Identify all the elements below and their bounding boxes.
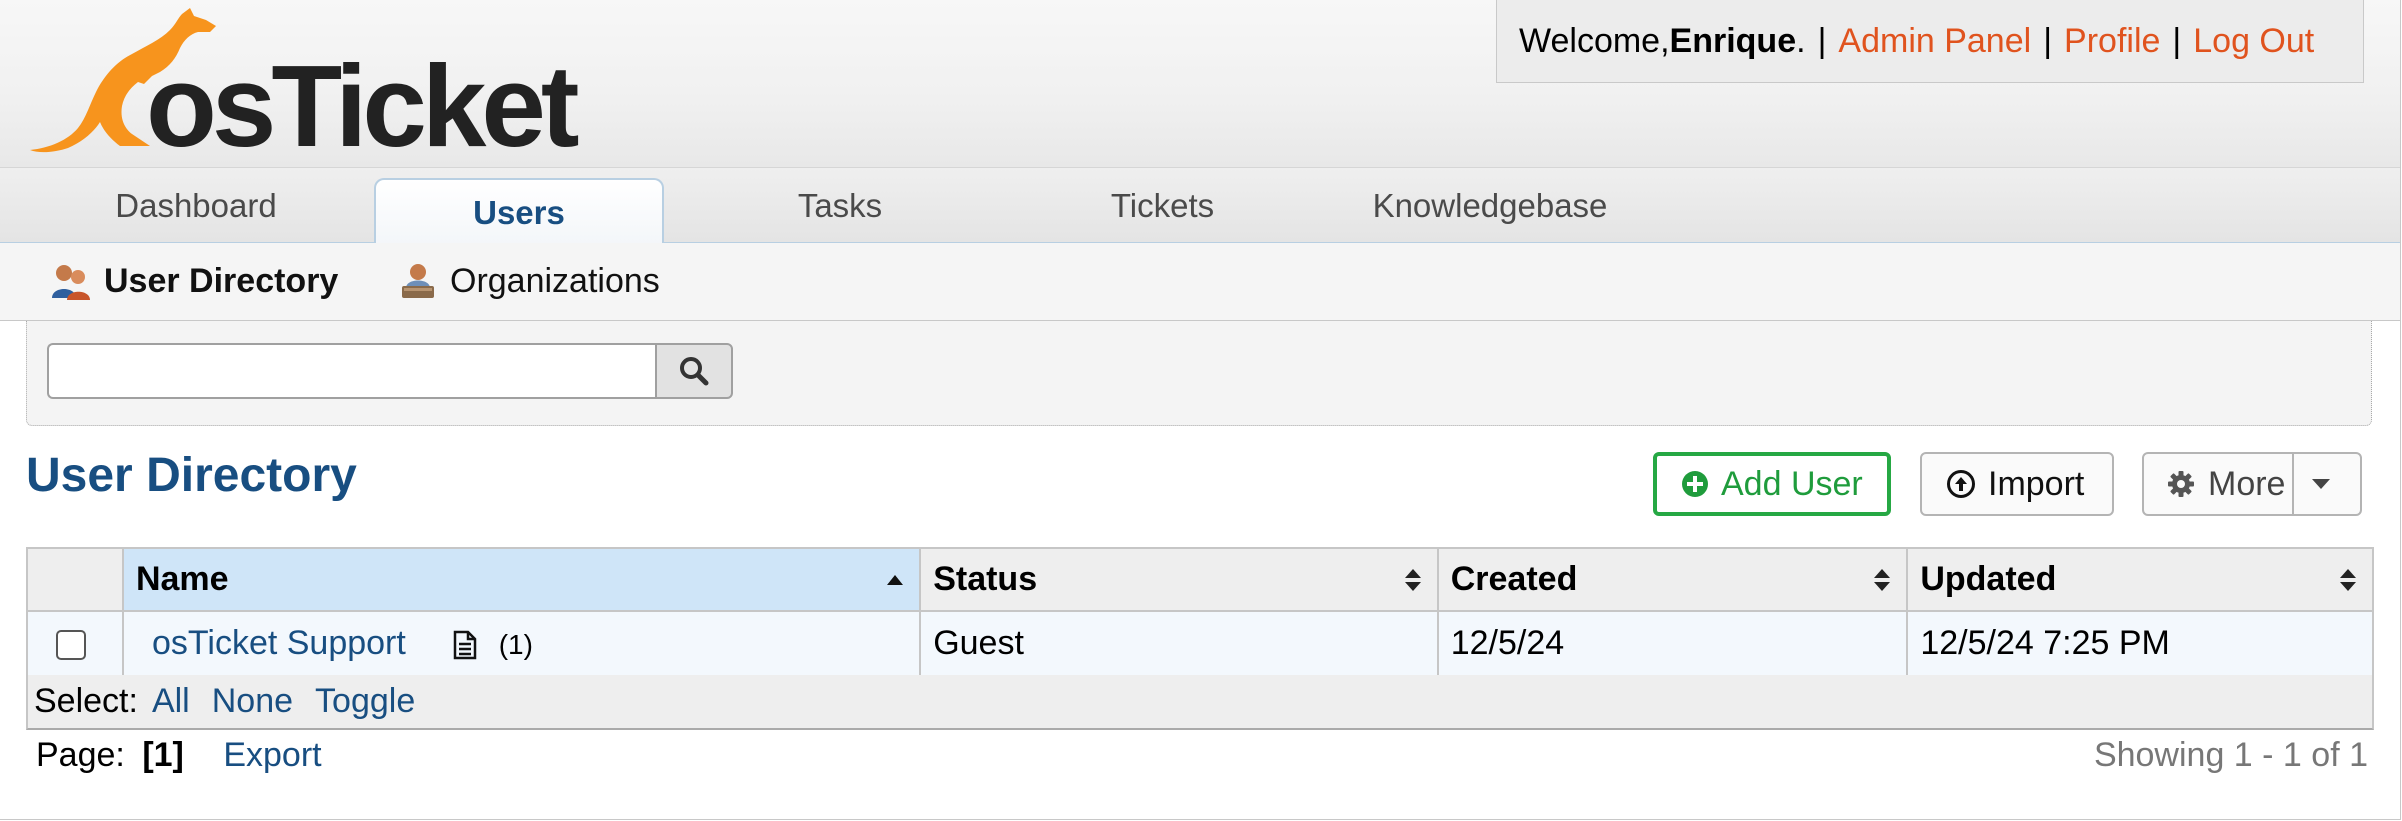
subnav-label: Organizations [450,262,660,300]
search-input[interactable] [47,343,655,399]
page-title: User Directory [26,449,357,502]
column-label: Status [933,560,1038,598]
search-icon [680,357,709,386]
logo-text: osTicket [146,41,580,171]
subnav-label: User Directory [104,262,339,300]
column-label: Updated [1920,560,2057,598]
subnav-user-directory[interactable]: User Directory [50,243,338,320]
table-header-row: Name Status Created Updated [26,547,2374,612]
pagination: Page: [1] Export [36,736,322,775]
sort-ascending-icon [887,574,904,585]
username: Enrique [1669,21,1797,60]
main-nav: Dashboard Users Tasks Tickets Knowledgeb… [0,167,2400,245]
import-button[interactable]: Import [1920,452,2114,516]
column-header-created[interactable]: Created [1436,547,1909,612]
row-select-cell [26,610,124,677]
tab-dashboard[interactable]: Dashboard [36,168,356,243]
created-cell: 12/5/24 [1436,610,1909,677]
user-name-link[interactable]: osTicket Support [152,624,406,662]
sub-nav: User Directory Organizations [0,243,2400,321]
column-header-updated[interactable]: Updated [1906,547,2374,612]
select-column-header [26,547,124,612]
more-button[interactable]: More [2142,452,2362,516]
status-cell: Guest [919,610,1439,677]
organization-icon [402,263,434,298]
upload-circle-icon [1947,470,1975,498]
column-label: Name [135,560,229,598]
profile-link[interactable]: Profile [2064,22,2160,61]
page-label: Page: [36,736,125,774]
select-none-link[interactable]: None [212,682,293,721]
log-out-link[interactable]: Log Out [2193,22,2314,61]
import-label: Import [1988,464,2085,503]
separator: | [2172,21,2182,60]
current-page: [1] [142,736,184,774]
sort-icon [2340,568,2356,591]
select-all-link[interactable]: All [152,682,190,721]
search-panel [26,321,2372,426]
sort-icon [1404,568,1421,591]
welcome-suffix: . [1796,21,1806,60]
column-label: Created [1450,560,1578,598]
select-bar: Select: All None Toggle [26,675,2374,730]
showing-count: Showing 1 - 1 of 1 [2093,736,2368,774]
separator: | [1817,21,1827,60]
users-icon [52,264,90,300]
select-label: Select: [34,682,138,720]
user-table: Name Status Created Updated osTicket Sup… [26,547,2374,677]
page-frame: osTicket Welcome, Enrique . | Admin Pane… [0,0,2401,820]
more-dropdown-toggle[interactable] [2292,454,2360,514]
ticket-count: (1) [498,629,533,660]
tab-users[interactable]: Users [374,178,664,245]
updated-cell: 12/5/24 7:25 PM [1906,610,2374,677]
caret-down-icon [2312,479,2330,489]
tab-tasks[interactable]: Tasks [700,168,980,243]
welcome-prefix: Welcome, [1519,21,1670,60]
add-user-label: Add User [1721,464,1863,503]
table-row: osTicket Support (1) Guest 12/5/24 12/5/… [26,610,2374,677]
add-user-button[interactable]: Add User [1653,452,1891,516]
subnav-organizations[interactable]: Organizations [398,243,660,320]
document-icon [454,630,477,660]
row-checkbox[interactable] [56,630,86,661]
tab-knowledgebase[interactable]: Knowledgebase [1330,168,1650,243]
more-label: More [2208,464,2286,503]
header: osTicket Welcome, Enrique . | Admin Pane… [0,0,2400,167]
separator: | [2043,21,2053,60]
logo[interactable]: osTicket [20,0,580,164]
sort-icon [1874,568,1891,591]
admin-panel-link[interactable]: Admin Panel [1838,22,2031,61]
name-cell: osTicket Support (1) [121,610,922,677]
user-welcome-bar: Welcome, Enrique . | Admin Panel | Profi… [1496,0,2364,83]
gear-icon [2168,471,2194,497]
tab-tickets[interactable]: Tickets [1020,168,1305,243]
select-toggle-link[interactable]: Toggle [315,682,415,721]
column-header-name[interactable]: Name [121,547,922,612]
column-header-status[interactable]: Status [919,547,1439,612]
plus-circle-icon [1682,471,1708,497]
search-button[interactable] [655,343,733,399]
export-link[interactable]: Export [223,736,321,774]
